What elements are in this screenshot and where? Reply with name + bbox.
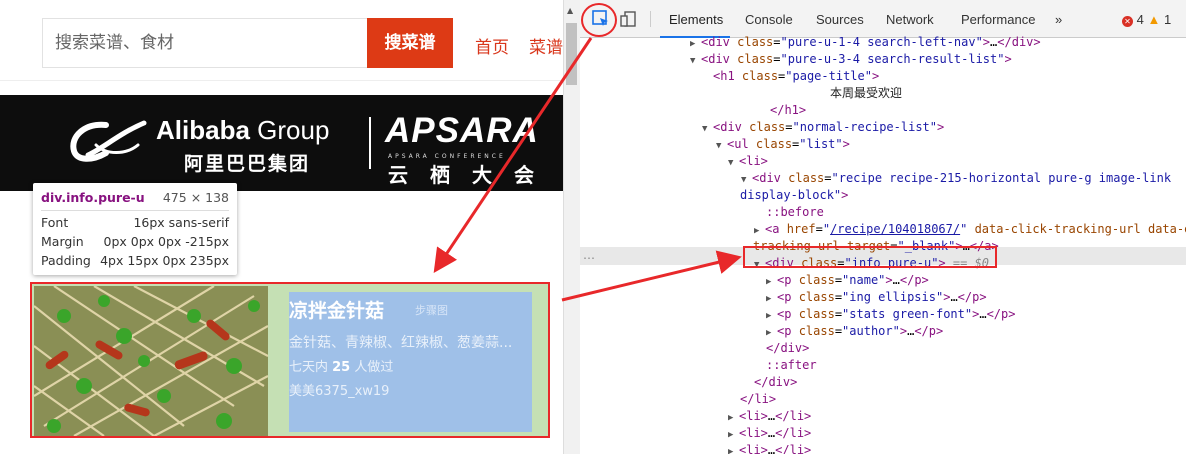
recipe-stats: 七天内 25 人做过 [289,360,394,375]
alibaba-logo-icon [70,120,147,162]
tab-console[interactable]: Console [745,12,793,27]
tooltip-padding-label: Padding [41,253,91,268]
steps-badge: 步骤图 [415,304,448,317]
tab-network[interactable]: Network [886,12,934,27]
nav-recipes-link[interactable]: 菜谱 [529,33,563,58]
recipe-info-overlay[interactable]: 凉拌金针菇 步骤图 金针菇、青辣椒、红辣椒、葱姜蒜... 七天内 25 人做过 … [289,292,532,432]
error-icon: ✕ [1122,16,1133,27]
dom-node-line[interactable]: 本周最受欢迎 [830,85,902,102]
tooltip-separator [41,210,229,211]
alibaba-apsara-banner[interactable]: Alibaba Group 阿里巴巴集团 APSARA APSARA CONFE… [0,95,563,191]
dom-node-line[interactable]: ▶ <li>…</li> [728,408,811,425]
banner-divider [369,117,371,169]
tooltip-margin-label: Margin [41,234,84,249]
screenshot-root: 搜索菜谱、食材 搜菜谱 首页 菜谱 Alibaba Group 阿里巴巴集团 A… [0,0,1186,454]
issues-counter[interactable]: ✕ 4 ▲ 1 [1122,12,1171,27]
warning-icon: ▲ [1147,12,1161,27]
dom-node-line[interactable]: ▶ <li>…</li> [728,425,811,442]
dom-node-line[interactable]: ▼ <ul class="list"> [716,136,850,153]
dom-node-line[interactable]: ▼ <li> [728,153,768,170]
dom-node-line[interactable]: ▼ <div class="recipe recipe-215-horizonta… [741,170,1171,187]
recipe-author[interactable]: 美美6375_xw19 [289,380,389,399]
dom-node-line[interactable]: ▶ <div class="pure-u-1-4 search-left-nav"… [690,34,1041,51]
dom-node-line[interactable]: ::after [766,357,817,374]
search-button[interactable]: 搜菜谱 [367,18,453,68]
dom-node-line[interactable]: </div> [754,374,797,391]
page-scrollbar-thumb[interactable] [566,23,577,85]
recipe-ingredients: 金针菇、青辣椒、红辣椒、葱姜蒜... [289,335,513,351]
tooltip-font-value: 16px sans-serif [133,215,229,230]
node-menu-dots[interactable]: … [583,248,595,262]
dom-node-line[interactable]: ▶ <p class="ing ellipsis">…</p> [766,289,987,306]
web-page-viewport: 搜索菜谱、食材 搜菜谱 首页 菜谱 Alibaba Group 阿里巴巴集团 A… [0,0,563,454]
dom-node-line[interactable]: ▶ <p class="author">…</p> [766,323,943,340]
dom-node-line[interactable]: ▶ <p class="name">…</p> [766,272,929,289]
devtools-toolbar: Elements Console Sources Network Perform… [580,0,1186,38]
tooltip-padding-value: 4px 15px 0px 235px [100,253,229,268]
inspect-button-highlight [581,3,617,37]
tab-elements[interactable]: Elements [669,12,723,27]
recipe-card[interactable]: 凉拌金针菇 步骤图 金针菇、青辣椒、红辣椒、葱姜蒜... 七天内 25 人做过 … [30,282,550,438]
nav-home-link[interactable]: 首页 [475,33,509,58]
tooltip-margin-value: 0px 0px 0px -215px [103,234,229,249]
devtools-panel: Elements Console Sources Network Perform… [580,0,1186,454]
toolbar-separator [650,11,651,27]
dom-node-line[interactable]: </li> [740,391,776,408]
recipe-food-image[interactable] [34,286,268,436]
alibaba-cn-wordmark: 阿里巴巴集团 [184,153,311,175]
dom-node-line[interactable]: ▶ <li>…</li> [728,442,811,454]
selected-node-highlight [743,246,997,268]
apsara-wordmark: APSARA [385,111,539,150]
dom-node-line[interactable]: ▼ <div class="pure-u-3-4 search-result-li… [690,51,1012,68]
scroll-up-arrow-icon[interactable]: ▲ [567,6,573,15]
search-input[interactable]: 搜索菜谱、食材 [42,18,368,68]
tooltip-selector: div.info.pure-u [41,190,145,205]
dom-node-line[interactable]: <h1 class="page-title"> [713,68,879,85]
more-tabs-button[interactable]: » [1055,12,1062,27]
dom-node-line[interactable]: ▶ <p class="stats green-font">…</p> [766,306,1015,323]
tab-performance[interactable]: Performance [961,12,1035,27]
dom-node-line[interactable]: ::before [766,204,824,221]
inspect-tooltip: div.info.pure-u 475 × 138 Font 16px sans-s… [33,183,237,275]
tooltip-font-label: Font [41,215,69,230]
dom-node-line[interactable]: </div> [766,340,809,357]
tooltip-size: 475 × 138 [162,190,229,205]
header-divider [0,80,563,81]
dom-node-line[interactable]: display-block"> [740,187,848,204]
alibaba-wordmark: Alibaba Group [156,115,330,145]
apsara-cn-wordmark: 云栖大会 [388,163,556,187]
dom-node-line[interactable]: </h1> [770,102,806,119]
tab-sources[interactable]: Sources [816,12,864,27]
device-toolbar-icon[interactable] [620,10,638,28]
recipe-name[interactable]: 凉拌金针菇 [289,296,384,323]
dom-node-line[interactable]: ▼ <div class="normal-recipe-list"> [702,119,944,136]
dom-node-line[interactable]: ▶ <a href="/recipe/104018067/" data-click… [754,221,1186,238]
